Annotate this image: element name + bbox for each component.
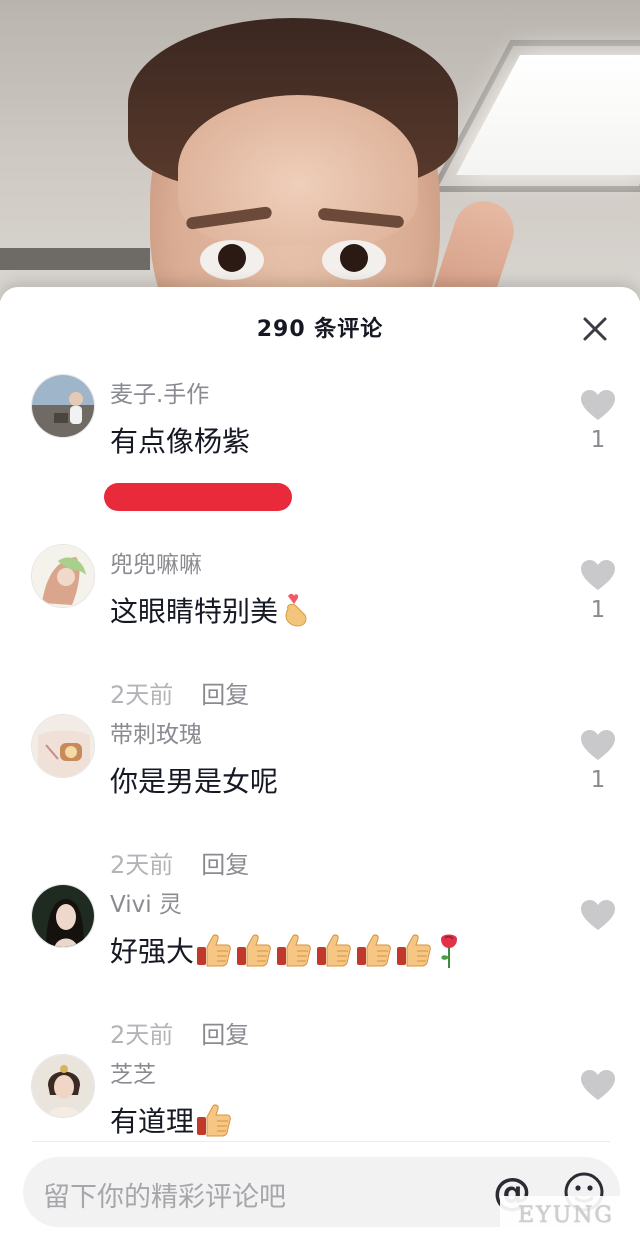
like-button[interactable]: 1 bbox=[578, 389, 618, 453]
comment-username[interactable]: 麦子.手作 bbox=[110, 375, 209, 409]
like-button[interactable]: 1 bbox=[578, 729, 618, 793]
finger-heart-emoji-icon bbox=[285, 593, 307, 627]
comment-text: 好强大 bbox=[110, 930, 462, 970]
watermark-logo: EYUNG bbox=[500, 1196, 632, 1236]
right-eye bbox=[322, 240, 386, 280]
close-icon bbox=[583, 317, 607, 341]
avatar[interactable] bbox=[31, 544, 95, 608]
comment-text-content: 有点像杨紫 bbox=[110, 425, 251, 458]
comment-item: 带刺玫瑰 你是男是女呢 2天前 回复 1 bbox=[0, 705, 640, 879]
video-background bbox=[0, 0, 640, 300]
avatar[interactable] bbox=[31, 1054, 95, 1118]
thumbs-up-emoji-icon bbox=[197, 1104, 231, 1137]
emoji-row bbox=[196, 1103, 236, 1137]
comment-text: 你是男是女呢 bbox=[110, 760, 278, 800]
avatar-image bbox=[32, 545, 94, 607]
background-shelf bbox=[0, 248, 150, 270]
close-button[interactable] bbox=[575, 309, 615, 349]
thumbs-up-emoji-icon bbox=[197, 934, 231, 967]
person-hand bbox=[430, 193, 522, 300]
like-button[interactable] bbox=[578, 1069, 618, 1101]
avatar[interactable] bbox=[31, 714, 95, 778]
comment-username[interactable]: 兜兜嘛嘛 bbox=[110, 545, 202, 579]
comment-text-content: 有道理 bbox=[110, 1105, 195, 1138]
emoji-row bbox=[196, 931, 462, 969]
avatar-image bbox=[32, 375, 94, 437]
comment-item: 麦子.手作 有点像杨紫 1 bbox=[0, 365, 640, 535]
like-count: 1 bbox=[590, 427, 606, 453]
thumbs-up-emoji-icon bbox=[317, 934, 351, 967]
comment-text-content: 这眼睛特别美 bbox=[110, 595, 279, 628]
avatar-image bbox=[32, 885, 94, 947]
input-divider bbox=[32, 1141, 610, 1142]
comment-text: 有点像杨紫 bbox=[110, 420, 250, 460]
heart-icon bbox=[581, 900, 615, 930]
comment-username[interactable]: 带刺玫瑰 bbox=[110, 715, 202, 749]
comment-item: Vivi 灵 好强大 2天前 回复 bbox=[0, 875, 640, 1049]
like-button[interactable]: 1 bbox=[578, 559, 618, 623]
comment-username[interactable]: 芝芝 bbox=[110, 1055, 156, 1089]
heart-icon bbox=[581, 730, 615, 760]
thumbs-up-emoji-icon bbox=[277, 934, 311, 967]
comment-text-content: 好强大 bbox=[110, 935, 195, 968]
comment-list: 麦子.手作 有点像杨紫 1 兜兜嘛嘛 这眼睛特别美 2天前 回复 1 带刺玫瑰 … bbox=[0, 357, 640, 1147]
comment-item: 兜兜嘛嘛 这眼睛特别美 2天前 回复 1 bbox=[0, 535, 640, 709]
left-eye bbox=[200, 240, 264, 280]
thumbs-up-emoji-icon bbox=[357, 934, 391, 967]
comment-text: 有道理 bbox=[110, 1100, 236, 1140]
heart-icon bbox=[581, 390, 615, 420]
avatar[interactable] bbox=[31, 374, 95, 438]
comment-input-placeholder[interactable]: 留下你的精彩评论吧 bbox=[43, 1175, 286, 1214]
avatar[interactable] bbox=[31, 884, 95, 948]
like-button[interactable] bbox=[578, 899, 618, 937]
comment-text: 这眼睛特别美 bbox=[110, 590, 314, 630]
redaction-bar bbox=[104, 483, 292, 511]
comments-count-title: 290 条评论 bbox=[256, 317, 384, 342]
comment-item: 芝芝 有道理 bbox=[0, 1045, 640, 1147]
heart-icon bbox=[581, 1070, 615, 1100]
avatar-image bbox=[32, 1055, 94, 1117]
heart-icon bbox=[581, 560, 615, 590]
emoji-row bbox=[280, 592, 314, 628]
avatar-image bbox=[32, 715, 94, 777]
rose-emoji-icon bbox=[441, 934, 458, 968]
comments-header: 290 条评论 bbox=[0, 287, 640, 365]
thumbs-up-emoji-icon bbox=[237, 934, 271, 967]
comment-text-content: 你是男是女呢 bbox=[110, 765, 279, 798]
like-count: 1 bbox=[590, 767, 606, 793]
comments-sheet: 290 条评论 麦子.手作 有点像杨紫 1 兜兜嘛嘛 这眼睛特别美 2天前 回复… bbox=[0, 287, 640, 1242]
comment-username[interactable]: Vivi 灵 bbox=[110, 885, 182, 919]
thumbs-up-emoji-icon bbox=[397, 934, 431, 967]
like-count: 1 bbox=[590, 597, 606, 623]
